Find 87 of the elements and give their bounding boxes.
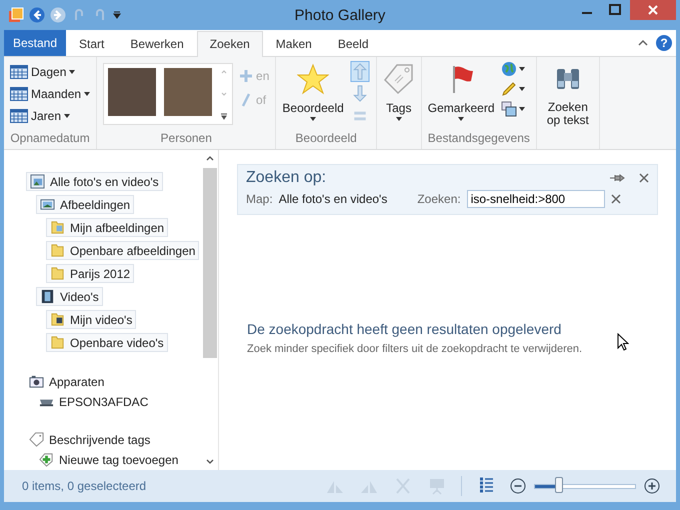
folder-value[interactable]: Alle foto's en video's [278, 192, 388, 206]
scrollbar-thumb[interactable] [203, 168, 217, 358]
tree-item[interactable]: Alle foto's en video's [26, 172, 163, 191]
zoom-in-icon[interactable] [644, 478, 660, 494]
close-icon[interactable] [639, 173, 649, 183]
folder-label: Map: [246, 192, 273, 206]
expand-gallery-icon[interactable] [220, 112, 228, 120]
zoom-out-icon[interactable] [510, 478, 526, 494]
dropdown-caret-icon [84, 92, 90, 96]
folder-icon [50, 243, 65, 258]
collapse-ribbon-icon[interactable] [638, 38, 648, 48]
tree-item[interactable]: Mijn afbeeldingen [46, 218, 168, 237]
calendar-icon [10, 65, 28, 79]
group-label: Opnamedatum [10, 130, 90, 147]
clear-icon[interactable] [610, 194, 621, 204]
zoom-slider-thumb[interactable] [555, 476, 563, 492]
mouse-cursor-icon [617, 333, 629, 351]
pictures-stack-icon [500, 101, 516, 117]
tree-item[interactable]: Video's [36, 287, 103, 306]
dropdown-caret-icon [518, 87, 524, 91]
picture-icon [40, 197, 55, 212]
sidebar-heading[interactable]: Apparaten [26, 374, 108, 389]
tag-add-icon [39, 452, 54, 467]
calendar-icon [10, 109, 28, 123]
window-title: Photo Gallery [294, 6, 386, 24]
dropdown-caret-icon [458, 117, 464, 121]
pencil-icon [500, 81, 516, 97]
edit-button[interactable] [500, 81, 524, 97]
empty-result-title: De zoekopdracht heeft geen resultaten opgeleverd [247, 321, 562, 337]
dropdown-caret-icon [518, 67, 524, 71]
back-icon[interactable] [29, 7, 45, 23]
search-panel-title: Zoeken op: [246, 169, 328, 187]
sidebar-heading[interactable]: Beschrijvende tags [26, 432, 154, 447]
date-filter-button[interactable]: Dagen [10, 62, 90, 82]
forward-icon[interactable] [50, 7, 66, 23]
star-icon [297, 63, 330, 95]
photo-library-icon [30, 174, 45, 189]
ribbon-tab[interactable]: Start [66, 31, 118, 56]
dropdown-caret-icon [69, 70, 76, 74]
dropdown-caret-icon [396, 117, 402, 121]
ribbon-tab[interactable]: Maken [262, 31, 325, 56]
dropdown-caret-icon [64, 114, 70, 118]
tag-icon [382, 63, 415, 95]
folder-icon [50, 312, 65, 327]
rating-button[interactable]: Beoordeeld [282, 61, 344, 121]
text-search-button[interactable]: Zoeken op tekst [542, 61, 593, 127]
group-label: Personen [160, 130, 213, 147]
calendar-icon [10, 87, 28, 101]
search-field[interactable]: iso-snelheid:>800 [466, 190, 605, 208]
customize-dropdown-icon[interactable] [113, 11, 121, 19]
help-button[interactable]: ? [656, 35, 672, 51]
folder-icon [50, 266, 65, 281]
dropdown-caret-icon [518, 107, 524, 111]
people-gallery[interactable] [103, 63, 234, 125]
app-icon [8, 7, 24, 23]
group-label: Beoordeeld [294, 130, 358, 147]
ribbon-tab[interactable]: Zoeken [196, 31, 263, 57]
status-text: 0 items, 0 geselecteerd [22, 479, 146, 493]
date-filter-button[interactable]: Maanden [10, 84, 90, 104]
properties-button[interactable] [500, 101, 524, 117]
ribbon-tab[interactable]: Bewerken [117, 31, 197, 56]
pin-icon[interactable] [609, 173, 625, 183]
tree-item[interactable]: Openbare video's [46, 333, 168, 352]
close-icon[interactable] [630, 0, 676, 20]
tree-item[interactable]: Parijs 2012 [46, 264, 134, 283]
flagged-button[interactable]: Gemarkeerd [428, 61, 494, 121]
tree-item[interactable]: Mijn video's [46, 310, 136, 329]
dropdown-caret-icon [310, 117, 316, 121]
globe-icon [500, 61, 516, 77]
tag-icon [29, 432, 44, 447]
tree-item[interactable]: Nieuwe tag toevoegen [36, 452, 182, 467]
date-filter-button[interactable]: Jaren [10, 106, 90, 126]
file-tab[interactable]: Bestand [4, 30, 66, 56]
tree-item[interactable]: EPSON3AFDAC [36, 394, 152, 409]
plus-icon [239, 69, 254, 83]
tags-button[interactable]: Tags [382, 61, 415, 121]
ribbon-tab[interactable]: Beeld [324, 31, 382, 56]
empty-result-hint: Zoek minder specifiek door filters uit de zoekopdracht te verwijderen. [247, 343, 584, 355]
tree-item[interactable]: Afbeeldingen [36, 195, 134, 214]
film-icon [40, 289, 55, 304]
geotag-button[interactable] [500, 61, 524, 77]
camera-icon [29, 374, 44, 389]
folder-icon [50, 220, 65, 235]
folder-icon [50, 335, 65, 350]
search-label: Zoeken: [417, 192, 461, 206]
tree-item[interactable]: Openbare afbeeldingen [46, 241, 200, 260]
group-label: Bestandsgegevens [428, 130, 530, 147]
